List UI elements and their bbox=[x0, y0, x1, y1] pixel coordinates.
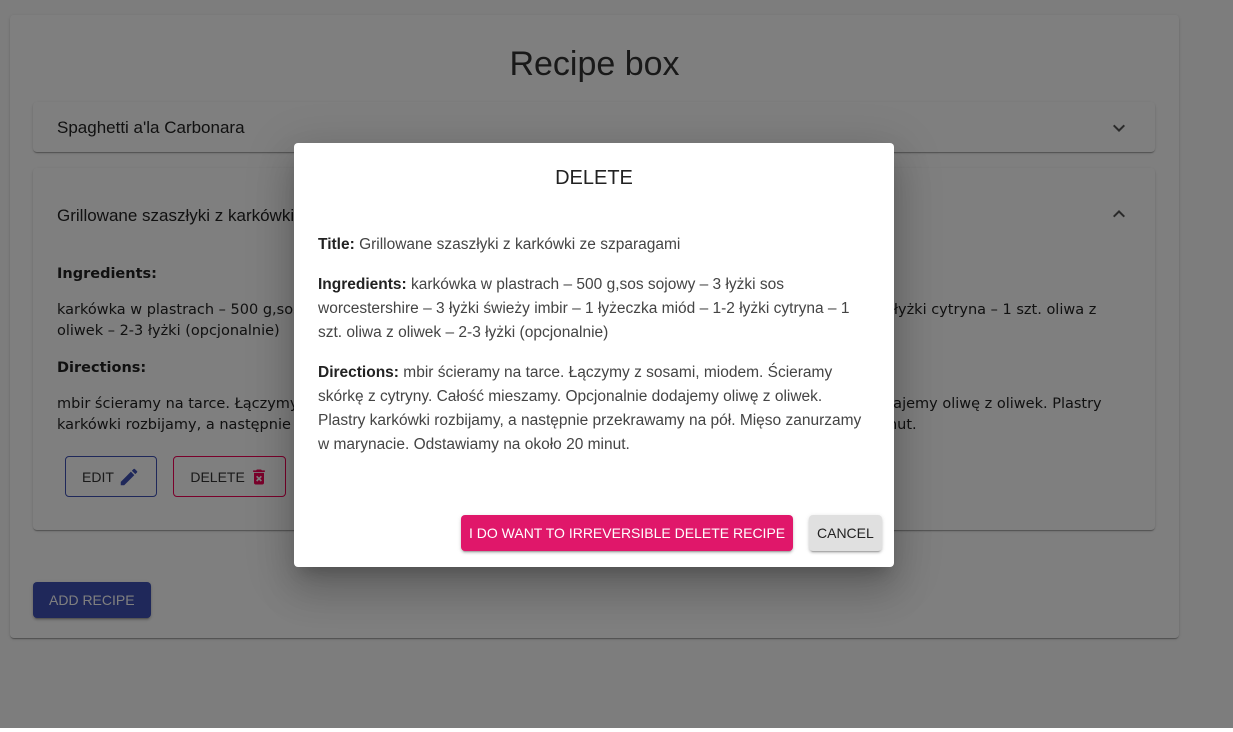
directions-value: mbir ścieramy na tarce. Łączymy z sosami… bbox=[318, 364, 862, 453]
dialog-directions-row: Directions: mbir ścieramy na tarce. Łącz… bbox=[318, 361, 870, 457]
page-bottom-edge bbox=[0, 728, 1233, 732]
dialog-title-row: Title: Grillowane szaszłyki z karkówki z… bbox=[318, 233, 870, 257]
ingredients-label: Ingredients: bbox=[318, 276, 407, 293]
confirm-delete-button[interactable]: I DO WANT TO IRREVERSIBLE DELETE RECIPE bbox=[461, 515, 794, 551]
app-root: Recipe box Spaghetti a'la Carbonara Gril… bbox=[0, 0, 1233, 732]
dialog-title: DELETE bbox=[555, 167, 633, 189]
dialog-content: Title: Grillowane szaszłyki z karkówki z… bbox=[318, 233, 870, 473]
delete-dialog: DELETE Title: Grillowane szaszłyki z kar… bbox=[294, 143, 894, 567]
title-label: Title: bbox=[318, 236, 355, 253]
directions-label: Directions: bbox=[318, 364, 399, 381]
title-value: Grillowane szaszłyki z karkówki ze szpar… bbox=[359, 236, 681, 253]
cancel-button[interactable]: CANCEL bbox=[809, 515, 882, 551]
dialog-ingredients-row: Ingredients: karkówka w plastrach – 500 … bbox=[318, 273, 870, 345]
